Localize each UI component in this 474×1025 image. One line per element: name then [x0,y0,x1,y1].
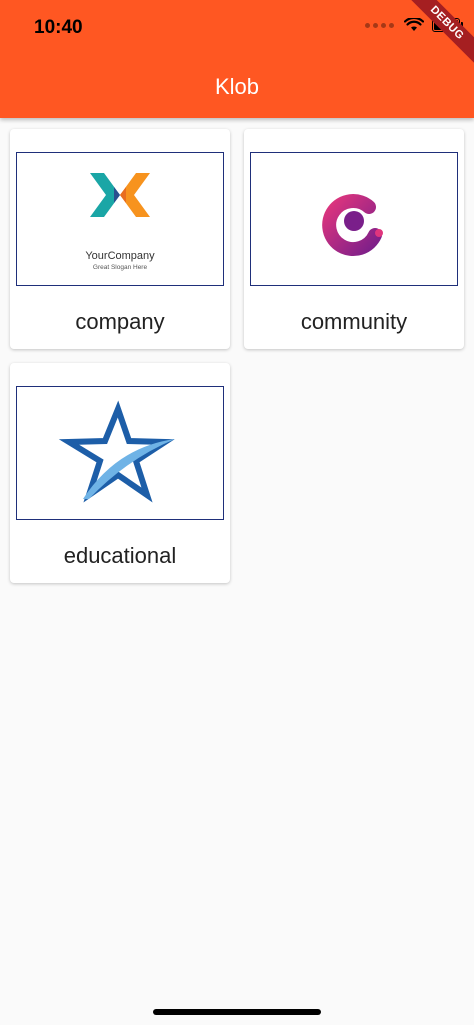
company-logo-name: YourCompany [85,250,155,262]
educational-logo-image [16,386,224,520]
company-logo-slogan: Great Slogan Here [93,264,148,271]
card-label: community [300,309,408,334]
star-logo [58,400,175,503]
status-time: 10:40 [34,17,83,38]
community-logo-image [250,152,458,286]
category-card-educational[interactable]: educational [10,363,230,583]
company-logo-image: YourCompany Great Slogan Here [16,152,224,286]
community-logo [322,194,383,257]
card-label: educational [63,543,177,568]
app-bar: 10:40 DEBUG Klob [0,0,474,118]
category-card-community[interactable]: community [244,129,464,349]
category-card-company[interactable]: YourCompany Great Slogan Here company [10,129,230,349]
debug-banner: DEBUG [401,0,474,69]
signal-icon [365,22,394,28]
home-indicator[interactable] [153,1009,321,1015]
wifi-icon [404,18,424,31]
company-logo: YourCompany Great Slogan Here [85,173,155,271]
card-label: company [75,309,165,334]
page-title: Klob [214,74,260,99]
